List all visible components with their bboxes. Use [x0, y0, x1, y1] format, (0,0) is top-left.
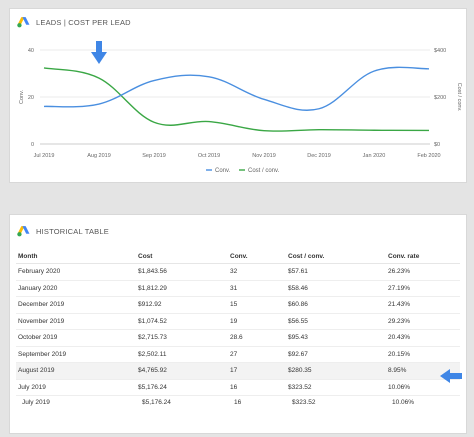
cell-conv-rate: 29.23% — [386, 313, 460, 330]
cell-month: January 2020 — [16, 280, 136, 297]
left-tick-label: 20 — [28, 95, 34, 101]
table-row: September 2019 $2,502.11 27 $92.67 20.15% — [16, 346, 460, 363]
cell-cost: $1,074.52 — [136, 313, 228, 330]
cell-conv: 31 — [228, 280, 286, 297]
cell-cost: $1,812.29 — [136, 280, 228, 297]
x-tick-label: Aug 2019 — [87, 153, 111, 159]
x-tick-label: Jan 2020 — [363, 153, 386, 159]
down-arrow-icon — [91, 41, 107, 64]
left-tick-label: 0 — [31, 142, 34, 148]
cell-cost: $2,715.73 — [136, 329, 228, 347]
google-ads-logo-icon — [17, 226, 30, 237]
cell-month: September 2019 — [16, 346, 136, 363]
cell-conv: 15 — [228, 296, 286, 314]
left-tick-label: 40 — [28, 48, 34, 54]
chart-card: 0 20 40 $0 $200 $400 Conv. Cost / conv. Jul 2019… — [9, 8, 467, 183]
x-tick-label: Oct 2019 — [198, 153, 220, 159]
chart-title: LEADS | COST PER LEAD — [36, 17, 131, 27]
table-title: HISTORICAL TABLE — [36, 226, 109, 236]
cell-conv-rate: 21.43% — [386, 296, 460, 314]
table-card: HISTORICAL TABLE Month Cost Conv. Cost /… — [9, 214, 467, 434]
cell-cost-per-conv: $323.52 — [286, 379, 386, 396]
cell-cost: $2,502.11 — [136, 346, 228, 363]
cell-month: July 2019 — [16, 379, 136, 396]
cell-conv: 16 — [228, 379, 286, 396]
cell-conv: 28.6 — [228, 329, 286, 347]
cell-month: February 2020 — [16, 263, 136, 281]
cell-conv: 32 — [228, 263, 286, 281]
right-axis-label: Cost / conv. — [456, 83, 462, 112]
table-row: November 2019 $1,074.52 19 $56.55 29.23% — [16, 313, 460, 330]
cell-month: November 2019 — [16, 313, 136, 330]
right-tick-label: $200 — [434, 95, 446, 101]
cell-cost: $5,176.24 — [142, 398, 171, 406]
cell-conv-rate: 10.06% — [392, 398, 415, 406]
column-header-month: Month — [16, 249, 136, 264]
table-row: October 2019 $2,715.73 28.6 $95.43 20.43% — [16, 329, 460, 347]
cell-cost: $912.92 — [136, 296, 228, 314]
cell-conv: 17 — [228, 362, 286, 380]
cell-month: October 2019 — [16, 329, 136, 347]
left-axis-label: Conv. — [19, 90, 25, 104]
column-header-cost-per-conv: Cost / conv. — [286, 249, 386, 264]
cell-cost: $5,176.24 — [136, 379, 228, 396]
cell-cost-per-conv: $56.55 — [286, 313, 386, 330]
table-card-header: HISTORICAL TABLE — [17, 223, 109, 239]
historical-table: Month Cost Conv. Cost / conv. Conv. rate… — [16, 249, 460, 408]
cell-cost-per-conv: $92.67 — [286, 346, 386, 363]
cell-month: December 2019 — [16, 296, 136, 314]
series-line-conv — [43, 66, 430, 111]
cell-conv: 27 — [228, 346, 286, 363]
right-tick-label: $0 — [434, 142, 440, 148]
cell-cost: $1,843.56 — [136, 263, 228, 281]
x-tick-label: Nov 2019 — [252, 153, 276, 159]
table-row: July 2019 $5,176.24 16 $323.52 10.06% — [16, 379, 460, 396]
x-tick-label: Jul 2019 — [34, 153, 55, 159]
cell-month: July 2019 — [22, 398, 50, 406]
table-row: December 2019 $912.92 15 $60.86 21.43% — [16, 296, 460, 314]
cell-conv-rate: 27.19% — [386, 280, 460, 297]
line-chart: 0 20 40 $0 $200 $400 Conv. Cost / conv. Jul 2019… — [19, 48, 462, 174]
cell-conv-rate: 20.43% — [386, 329, 460, 347]
column-header-cost: Cost — [136, 249, 228, 264]
cell-month: August 2019 — [16, 362, 136, 380]
column-header-conv: Conv. — [228, 249, 286, 264]
table-row: February 2020 $1,843.56 32 $57.61 26.23% — [16, 263, 460, 281]
right-tick-label: $400 — [434, 48, 446, 54]
cell-conv: 16 — [234, 398, 242, 406]
legend-label-conv: Conv. — [215, 168, 231, 174]
cell-cost-per-conv: $280.35 — [286, 362, 386, 380]
cell-cost-per-conv: $57.61 — [286, 263, 386, 281]
table-row: January 2020 $1,812.29 31 $58.46 27.19% — [16, 280, 460, 297]
cell-cost: $4,765.92 — [136, 362, 228, 380]
table-row: August 2019 $4,765.92 17 $280.35 8.95% — [16, 362, 460, 380]
cell-cost-per-conv: $60.86 — [286, 296, 386, 314]
x-tick-label: Sep 2019 — [142, 153, 166, 159]
cell-cost-per-conv: $323.52 — [292, 398, 316, 406]
cell-cost-per-conv: $95.43 — [286, 329, 386, 347]
chart-card-header: LEADS | COST PER LEAD — [17, 14, 131, 30]
x-tick-label: Feb 2020 — [417, 153, 440, 159]
table-row: July 2019 $5,176.24 16 $323.52 10.06% — [16, 396, 460, 409]
cell-cost-per-conv: $58.46 — [286, 280, 386, 297]
column-header-conv-rate: Conv. rate — [386, 249, 460, 264]
cell-conv: 19 — [228, 313, 286, 330]
cell-conv-rate: 26.23% — [386, 263, 460, 281]
left-arrow-icon — [440, 369, 462, 383]
legend-label-cost-per-conv: Cost / conv. — [248, 168, 280, 174]
series-line-cost-per-conv — [43, 67, 430, 132]
cell-conv-rate: 20.15% — [386, 346, 460, 363]
table-header-row: Month Cost Conv. Cost / conv. Conv. rate — [16, 249, 460, 264]
google-ads-logo-icon — [17, 17, 30, 28]
x-tick-label: Dec 2019 — [307, 153, 331, 159]
